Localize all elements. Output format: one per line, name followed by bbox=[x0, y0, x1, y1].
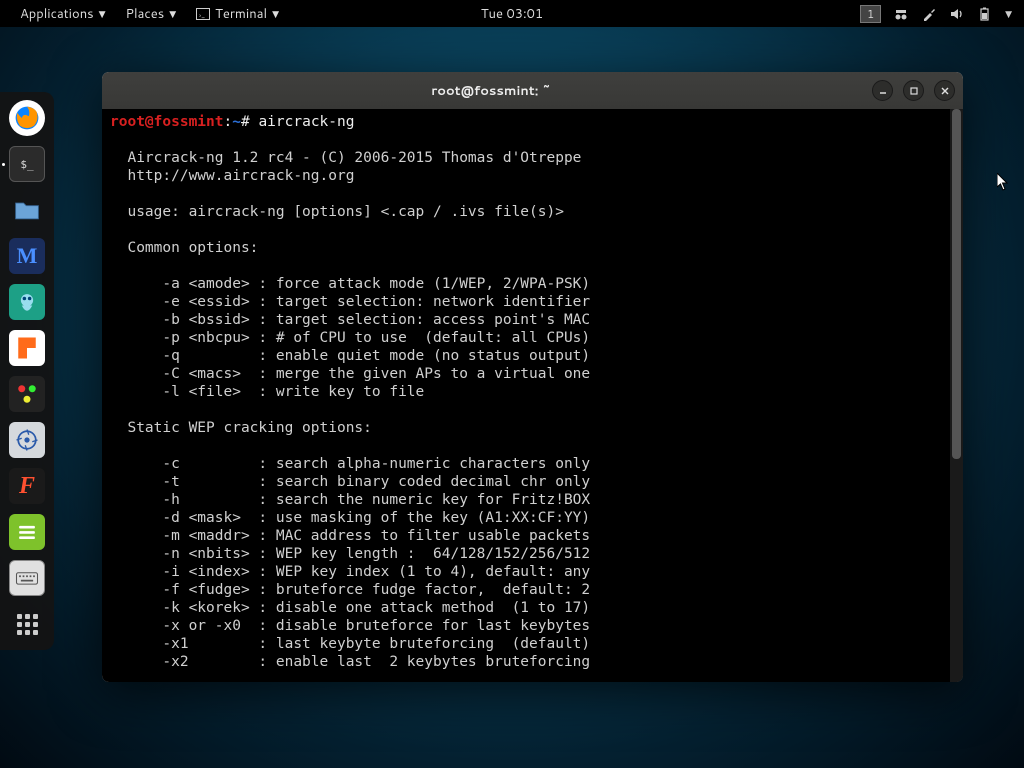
terminal-window: root@fossmint: ~ root@fossmint:~# aircra… bbox=[102, 72, 963, 682]
places-menu[interactable]: Places ▼ bbox=[116, 5, 187, 23]
system-menu-chevron[interactable]: ▼ bbox=[1005, 7, 1012, 20]
prompt-symbol: # bbox=[241, 114, 250, 130]
titlebar[interactable]: root@fossmint: ~ bbox=[102, 72, 963, 109]
terminal-panel-icon: ›_ bbox=[196, 8, 210, 20]
files-icon[interactable] bbox=[9, 192, 45, 228]
dock: $_ M F bbox=[0, 92, 54, 650]
clock[interactable]: Tue 03:01 bbox=[481, 5, 543, 23]
top-panel: Applications ▼ Places ▼ ›_ Terminal ▼ Tu… bbox=[0, 0, 1024, 27]
applications-label: Applications bbox=[20, 5, 94, 23]
faraday-icon[interactable]: F bbox=[9, 468, 45, 504]
places-label: Places bbox=[126, 5, 165, 23]
battery-icon[interactable] bbox=[977, 6, 993, 22]
zenmap-icon[interactable] bbox=[9, 422, 45, 458]
applications-menu[interactable]: Applications ▼ bbox=[10, 5, 116, 23]
terminal-icon[interactable]: $_ bbox=[9, 146, 45, 182]
workspace-indicator[interactable]: 1 bbox=[860, 5, 881, 23]
metasploit-icon[interactable]: M bbox=[9, 238, 45, 274]
firefox-icon[interactable] bbox=[9, 100, 45, 136]
scrollbar[interactable] bbox=[950, 109, 963, 682]
maltego-icon[interactable] bbox=[9, 376, 45, 412]
terminal-body[interactable]: root@fossmint:~# aircrack-ng Aircrack-ng… bbox=[102, 109, 963, 682]
show-applications[interactable] bbox=[9, 606, 45, 642]
mouse-cursor bbox=[997, 173, 1010, 192]
chevron-down-icon: ▼ bbox=[272, 7, 279, 20]
terminal-content: root@fossmint:~# aircrack-ng Aircrack-ng… bbox=[110, 113, 955, 671]
close-button[interactable] bbox=[934, 80, 955, 101]
terminal-label: Terminal bbox=[215, 5, 267, 23]
window-title: root@fossmint: ~ bbox=[110, 82, 872, 100]
recorder-icon[interactable] bbox=[893, 6, 909, 22]
leafpad-icon[interactable] bbox=[9, 514, 45, 550]
prompt-user: root@fossmint bbox=[110, 114, 224, 130]
command-text: aircrack-ng bbox=[258, 114, 354, 130]
chevron-down-icon: ▼ bbox=[169, 7, 176, 20]
terminal-output: Aircrack-ng 1.2 rc4 - (C) 2006-2015 Thom… bbox=[110, 150, 590, 670]
maximize-button[interactable] bbox=[903, 80, 924, 101]
armitage-icon[interactable] bbox=[9, 284, 45, 320]
prompt-path: ~ bbox=[232, 114, 241, 130]
terminal-menu[interactable]: ›_ Terminal ▼ bbox=[186, 5, 289, 23]
scrollbar-thumb[interactable] bbox=[952, 109, 961, 459]
burpsuite-icon[interactable] bbox=[9, 330, 45, 366]
dropper-icon[interactable] bbox=[921, 6, 937, 22]
apps-grid-icon bbox=[17, 614, 38, 635]
chevron-down-icon: ▼ bbox=[99, 7, 106, 20]
minimize-button[interactable] bbox=[872, 80, 893, 101]
keyboard-icon[interactable] bbox=[9, 560, 45, 596]
volume-icon[interactable] bbox=[949, 6, 965, 22]
